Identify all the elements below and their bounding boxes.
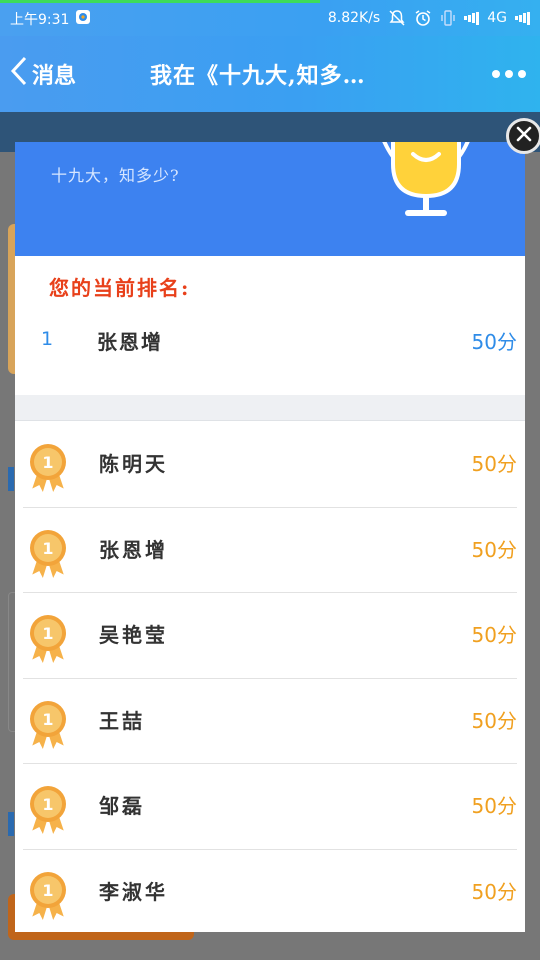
quiz-title: 十九大，知多少?	[51, 166, 180, 185]
status-bar: 上午9:31 8.82K/s 4G	[0, 0, 540, 36]
status-progress-line	[0, 0, 320, 3]
medal-number: 1	[42, 539, 53, 558]
medal-icon: 1	[27, 613, 69, 667]
vibrate-icon	[440, 9, 456, 27]
close-button[interactable]	[506, 118, 540, 154]
section-divider	[15, 395, 525, 421]
player-score: 50分	[471, 623, 517, 647]
player-score: 50分	[471, 879, 517, 904]
leaderboard-row: 1 李淑华 50分	[23, 850, 517, 933]
medal-number: 1	[42, 624, 53, 643]
player-name: 王喆	[99, 708, 145, 733]
medal-icon: 1	[27, 699, 69, 753]
medal-icon: 1	[27, 442, 69, 496]
app-notification-icon	[75, 9, 91, 29]
status-time: 上午9:31	[10, 12, 70, 28]
leaderboard-list: 1 陈明天 50分 1 张恩增 50分 1 吴艳莹 50分 1 王喆 50分 1…	[15, 422, 525, 932]
medal-number: 1	[42, 881, 53, 900]
medal-icon: 1	[27, 784, 69, 838]
medal-number: 1	[42, 453, 53, 472]
nav-bar: 消息 我在《十九大,知多…	[0, 36, 540, 112]
network-speed: 8.82K/s	[327, 10, 381, 26]
chevron-left-icon	[8, 55, 30, 93]
player-name: 李淑华	[99, 879, 168, 904]
mute-icon	[388, 9, 406, 27]
leaderboard-row: 1 陈明天 50分	[23, 422, 517, 508]
player-name: 邹磊	[99, 794, 145, 818]
signal-icon	[515, 11, 530, 25]
current-rank-row: 1 张恩增 50分	[15, 318, 525, 362]
leaderboard-row: 1 吴艳莹 50分	[23, 593, 517, 679]
medal-icon: 1	[27, 528, 69, 582]
player-score: 50分	[471, 794, 517, 818]
back-label: 消息	[32, 63, 77, 89]
leaderboard-row: 1 张恩增 50分	[23, 508, 517, 593]
leaderboard-row: 1 王喆 50分	[23, 679, 517, 764]
back-button[interactable]: 消息	[8, 56, 76, 92]
background-marker	[8, 467, 14, 491]
player-name: 吴艳莹	[99, 623, 168, 647]
current-score: 50分	[471, 330, 517, 354]
current-rank-number: 1	[41, 328, 54, 350]
medal-number: 1	[42, 710, 53, 729]
alarm-icon	[414, 9, 432, 27]
player-name: 陈明天	[99, 452, 168, 476]
page-title: 我在《十九大,知多…	[150, 63, 366, 89]
network-type: 4G	[487, 10, 507, 26]
signal-icon	[464, 11, 480, 25]
player-score: 50分	[471, 452, 517, 476]
background-marker	[8, 812, 14, 836]
player-score: 50分	[471, 708, 517, 733]
leaderboard-row: 1 邹磊 50分	[23, 764, 517, 850]
medal-icon: 1	[27, 870, 69, 924]
trophy-icon	[371, 142, 481, 224]
medal-number: 1	[42, 795, 53, 814]
close-icon	[516, 126, 532, 146]
player-name: 张恩增	[99, 537, 168, 562]
current-user-name: 张恩增	[97, 330, 163, 354]
modal-header: 十九大，知多少?	[15, 142, 525, 256]
current-rank-label: 您的当前排名:	[49, 276, 191, 300]
player-score: 50分	[471, 537, 517, 562]
more-dots-icon[interactable]	[492, 70, 526, 78]
ranking-modal: 十九大，知多少? 您的当前排名: 1 张恩增 50分 1 陈明天 50分 1 张…	[15, 142, 525, 932]
